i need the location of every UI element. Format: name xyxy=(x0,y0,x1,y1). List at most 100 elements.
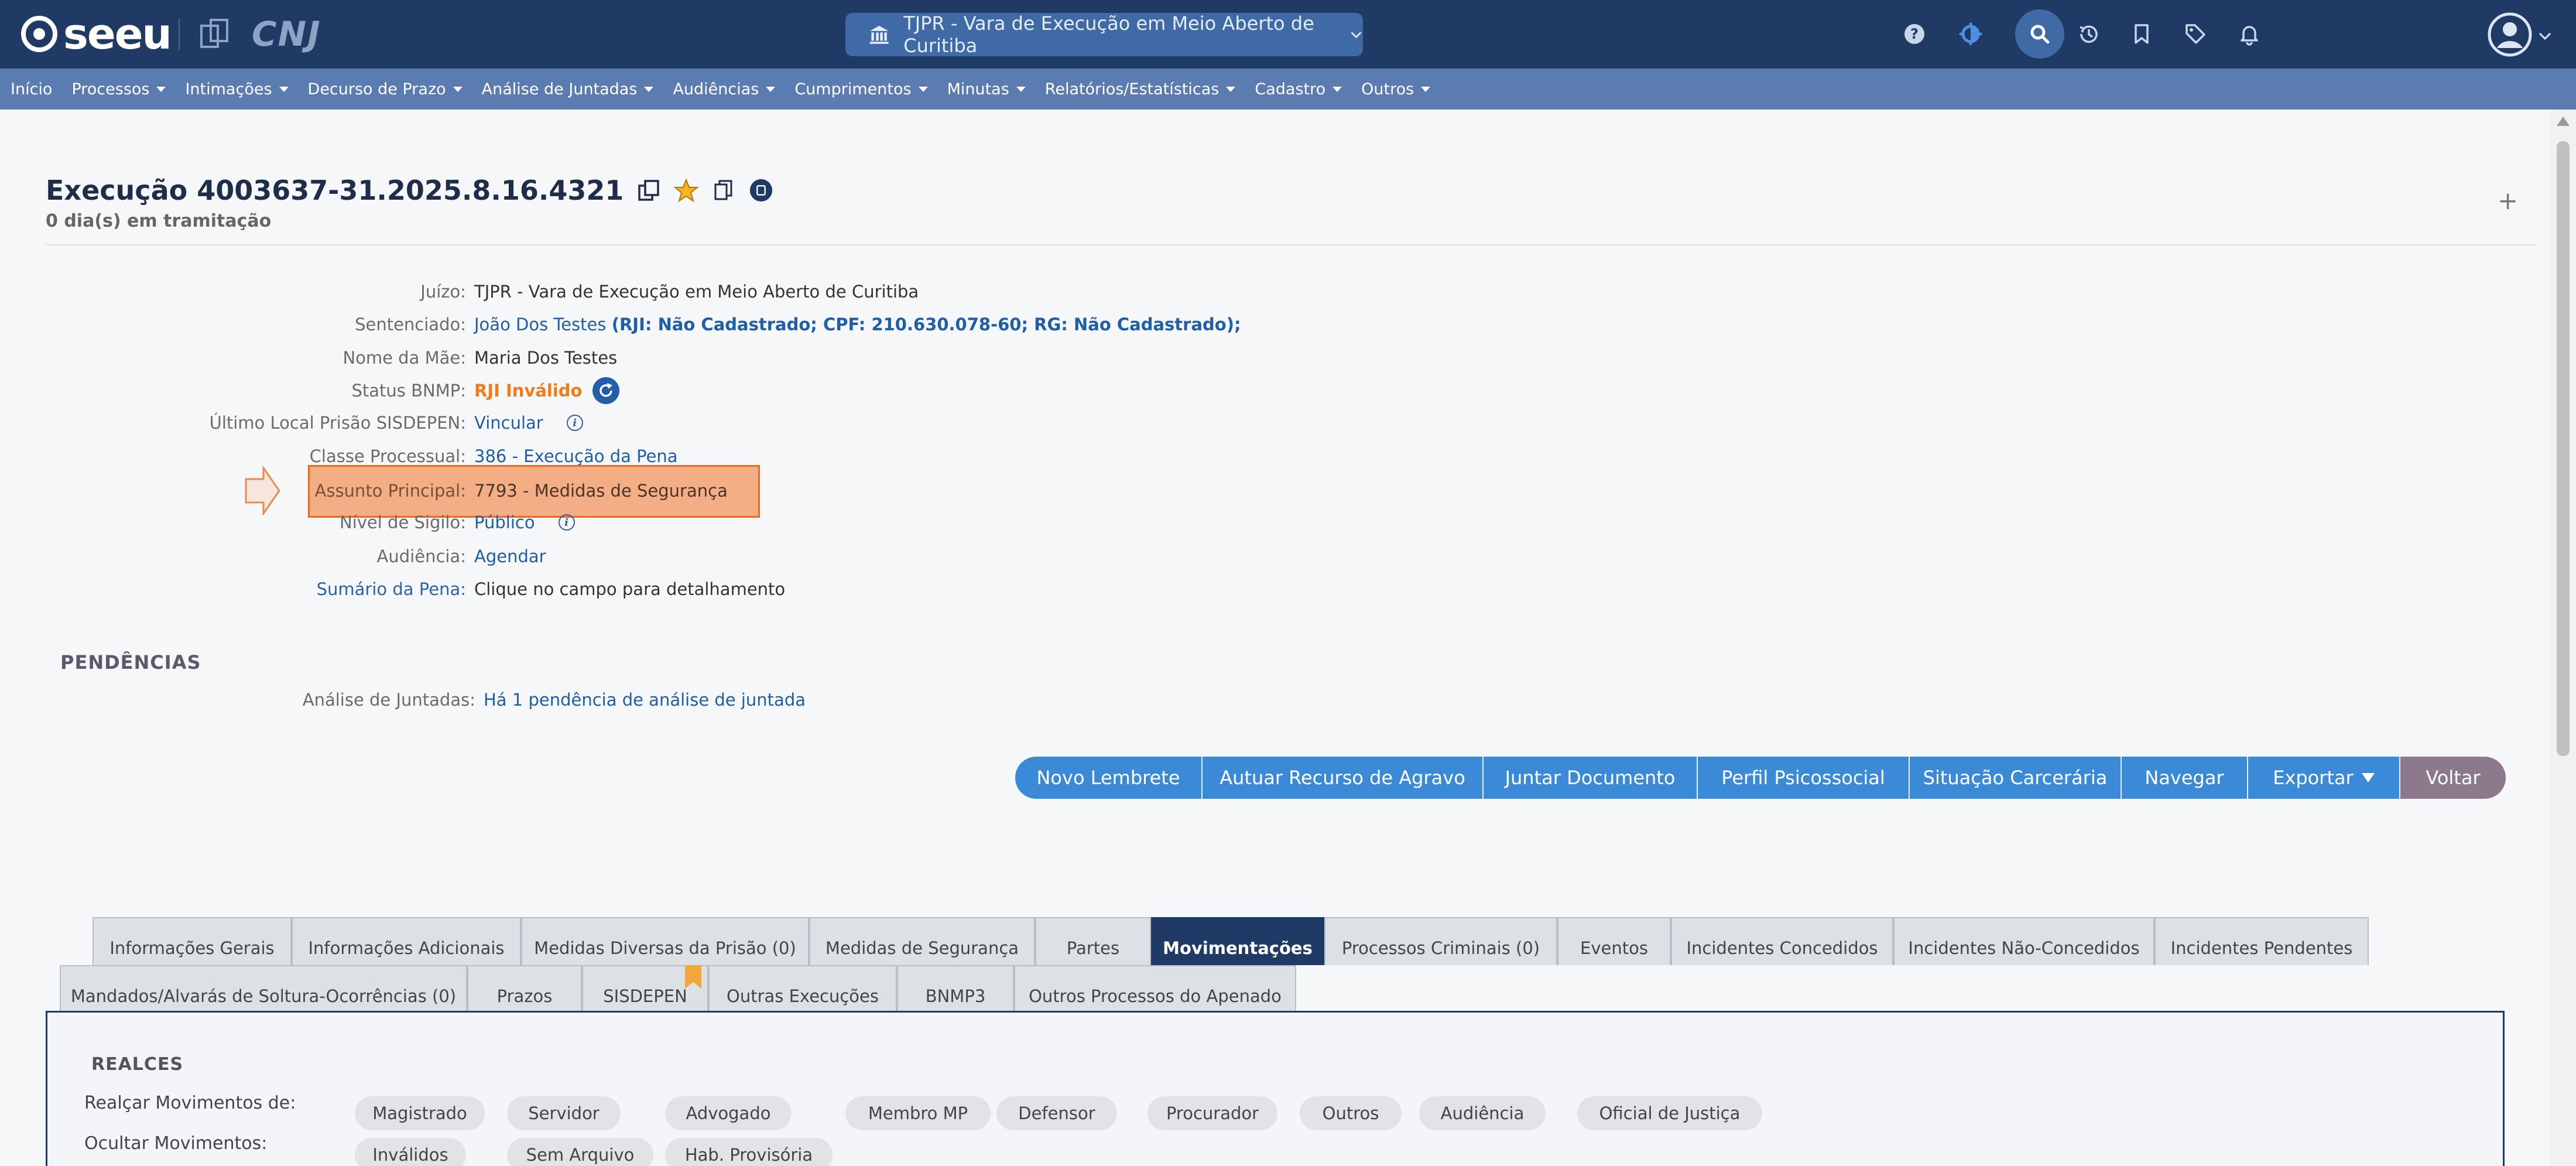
situacao-carceraria-button[interactable]: Situação Carcerária xyxy=(1910,757,2122,799)
star-favorite-icon[interactable] xyxy=(674,178,699,203)
tab-outros-processos-apenado[interactable]: Outros Processos do Apenado xyxy=(1014,965,1296,1013)
sentenciado-link[interactable]: João Dos Testes (RJI: Não Cadastrado; CP… xyxy=(474,314,1241,334)
tab-processos-criminais[interactable]: Processos Criminais (0) xyxy=(1324,917,1557,965)
process-badge-icon[interactable] xyxy=(749,178,773,203)
realcar-outros-toggle[interactable]: Outros xyxy=(1300,1096,1402,1130)
exportar-button[interactable]: Exportar xyxy=(2248,757,2400,799)
seeu-logo-icon xyxy=(21,16,57,52)
perfil-psicossocial-button[interactable]: Perfil Psicossocial xyxy=(1698,757,1910,799)
page-title: Execução 4003637-31.2025.8.16.4321 xyxy=(46,175,624,206)
action-button-group: Novo Lembrete Autuar Recurso de Agravo J… xyxy=(1015,757,2506,799)
help-button[interactable]: ? xyxy=(1896,15,1933,53)
field-value: 7793 - Medidas de Segurança xyxy=(474,481,728,501)
realcar-oficial-de-justica-toggle[interactable]: Oficial de Justiça xyxy=(1577,1096,1762,1130)
caret-down-icon xyxy=(156,86,166,92)
info-icon[interactable]: i xyxy=(566,415,583,431)
title-divider xyxy=(46,244,2537,245)
tab-informacoes-gerais[interactable]: Informações Gerais xyxy=(93,917,292,965)
menu-item-minutas[interactable]: Minutas xyxy=(947,80,1026,98)
pendencias-title: PENDÊNCIAS xyxy=(60,651,201,673)
chevron-down-icon[interactable] xyxy=(2537,28,2553,43)
realcar-audiencia-toggle[interactable]: Audiência xyxy=(1419,1096,1546,1130)
field-value: TJPR - Vara de Execução em Meio Aberto d… xyxy=(474,282,919,302)
realcar-magistrado-toggle[interactable]: Magistrado xyxy=(355,1096,485,1130)
realcar-servidor-toggle[interactable]: Servidor xyxy=(507,1096,621,1130)
info-icon[interactable]: i xyxy=(558,514,575,531)
courthouse-icon xyxy=(869,26,889,44)
menu-item-decurso-de-prazo[interactable]: Decurso de Prazo xyxy=(308,80,463,98)
tab-partes[interactable]: Partes xyxy=(1035,917,1151,965)
autuar-recurso-button[interactable]: Autuar Recurso de Agravo xyxy=(1203,757,1484,799)
copy-icon[interactable] xyxy=(711,178,736,203)
refresh-icon xyxy=(600,383,613,397)
menu-item-inicio[interactable]: Início xyxy=(11,80,52,98)
tab-medidas-diversas[interactable]: Medidas Diversas da Prisão (0) xyxy=(521,917,809,965)
field-value: Clique no campo para detalhamento xyxy=(474,579,786,599)
ocultar-hab-provisoria-toggle[interactable]: Hab. Provisória xyxy=(665,1138,833,1166)
tags-button[interactable] xyxy=(2177,15,2214,53)
menu-item-intimacoes[interactable]: Intimações xyxy=(185,80,289,98)
search-button[interactable] xyxy=(2015,9,2064,59)
days-in-progress: 0 dia(s) em tramitação xyxy=(46,211,272,231)
realcar-advogado-toggle[interactable]: Advogado xyxy=(665,1096,792,1130)
sigilo-link[interactable]: Público xyxy=(474,512,535,532)
sumario-da-pena-link[interactable]: Sumário da Pena: xyxy=(0,579,474,599)
menu-item-audiencias[interactable]: Audiências xyxy=(673,80,776,98)
tab-incidentes-pendentes[interactable]: Incidentes Pendentes xyxy=(2154,917,2369,965)
menu-item-cadastro[interactable]: Cadastro xyxy=(1255,80,1342,98)
duplicate-window-icon[interactable] xyxy=(636,178,661,203)
ocultar-invalidos-toggle[interactable]: Inválidos xyxy=(355,1138,466,1166)
expand-plus-icon[interactable]: + xyxy=(2498,186,2518,215)
page-scrollbar[interactable] xyxy=(2550,110,2576,1166)
notifications-button[interactable] xyxy=(2231,15,2268,53)
novo-lembrete-button[interactable]: Novo Lembrete xyxy=(1015,757,1203,799)
pendencia-juntada-link[interactable]: Há 1 pendência de análise de juntada xyxy=(484,690,806,710)
vincular-link[interactable]: Vincular xyxy=(474,413,543,433)
tab-eventos[interactable]: Eventos xyxy=(1557,917,1671,965)
refresh-button[interactable] xyxy=(592,377,620,404)
voltar-button[interactable]: Voltar xyxy=(2400,757,2506,799)
field-label: Análise de Juntadas: xyxy=(302,690,475,710)
agendar-link[interactable]: Agendar xyxy=(474,546,546,566)
history-button[interactable] xyxy=(2070,15,2108,53)
ocultar-sem-arquivo-toggle[interactable]: Sem Arquivo xyxy=(507,1138,653,1166)
juntar-documento-button[interactable]: Juntar Documento xyxy=(1484,757,1698,799)
user-avatar-icon[interactable] xyxy=(2487,12,2533,57)
main-menu: Início Processos Intimações Decurso de P… xyxy=(0,69,2576,110)
navegar-button[interactable]: Navegar xyxy=(2122,757,2248,799)
classe-processual-link[interactable]: 386 - Execução da Pena xyxy=(474,446,678,466)
tab-medidas-de-seguranca[interactable]: Medidas de Segurança xyxy=(809,917,1035,965)
cnj-logo-icon xyxy=(200,19,228,48)
bookmarks-button[interactable] xyxy=(2123,15,2160,53)
tab-row-1: Informações Gerais Informações Adicionai… xyxy=(93,917,2369,965)
field-classe-processual: Classe Processual: 386 - Execução da Pen… xyxy=(0,444,678,468)
tab-movimentacoes[interactable]: Movimentações xyxy=(1151,917,1324,965)
scrollbar-thumb[interactable] xyxy=(2557,141,2570,756)
menu-item-cumprimentos[interactable]: Cumprimentos xyxy=(794,80,928,98)
help-icon: ? xyxy=(1904,24,1924,44)
menu-item-analise-de-juntadas[interactable]: Análise de Juntadas xyxy=(482,80,654,98)
tab-prazos[interactable]: Prazos xyxy=(467,965,582,1013)
realcar-procurador-toggle[interactable]: Procurador xyxy=(1147,1096,1277,1130)
realcar-defensor-toggle[interactable]: Defensor xyxy=(996,1096,1117,1130)
tab-bnmp3[interactable]: BNMP3 xyxy=(897,965,1014,1013)
contrast-button[interactable] xyxy=(1952,15,1989,53)
cnj-logo-text: CNJ xyxy=(252,14,321,54)
field-nivel-de-sigilo: Nível de Sigilo: Público i xyxy=(0,511,575,534)
tab-outras-execucoes[interactable]: Outras Execuções xyxy=(708,965,897,1013)
scroll-up-arrow-icon[interactable] xyxy=(2557,117,2570,126)
menu-item-relatorios[interactable]: Relatórios/Estatísticas xyxy=(1045,80,1236,98)
court-selector[interactable]: TJPR - Vara de Execução em Meio Aberto d… xyxy=(845,12,1363,57)
realcar-membro-mp-toggle[interactable]: Membro MP xyxy=(845,1096,991,1130)
menu-item-outros[interactable]: Outros xyxy=(1361,80,1431,98)
tab-incidentes-nao-concedidos[interactable]: Incidentes Não-Concedidos xyxy=(1893,917,2154,965)
tab-incidentes-concedidos[interactable]: Incidentes Concedidos xyxy=(1671,917,1893,965)
tab-sisdepen[interactable]: SISDEPEN xyxy=(582,965,708,1013)
seeu-logo-text: seeu xyxy=(63,9,172,59)
contrast-icon xyxy=(1959,22,1982,46)
sentenciado-docs: (RJI: Não Cadastrado; CPF: 210.630.078-6… xyxy=(611,314,1241,334)
tab-mandados-alvaras[interactable]: Mandados/Alvarás de Soltura-Ocorrências … xyxy=(60,965,467,1013)
menu-item-processos[interactable]: Processos xyxy=(71,80,166,98)
tab-informacoes-adicionais[interactable]: Informações Adicionais xyxy=(292,917,521,965)
seeu-logo[interactable]: seeu xyxy=(21,9,172,59)
